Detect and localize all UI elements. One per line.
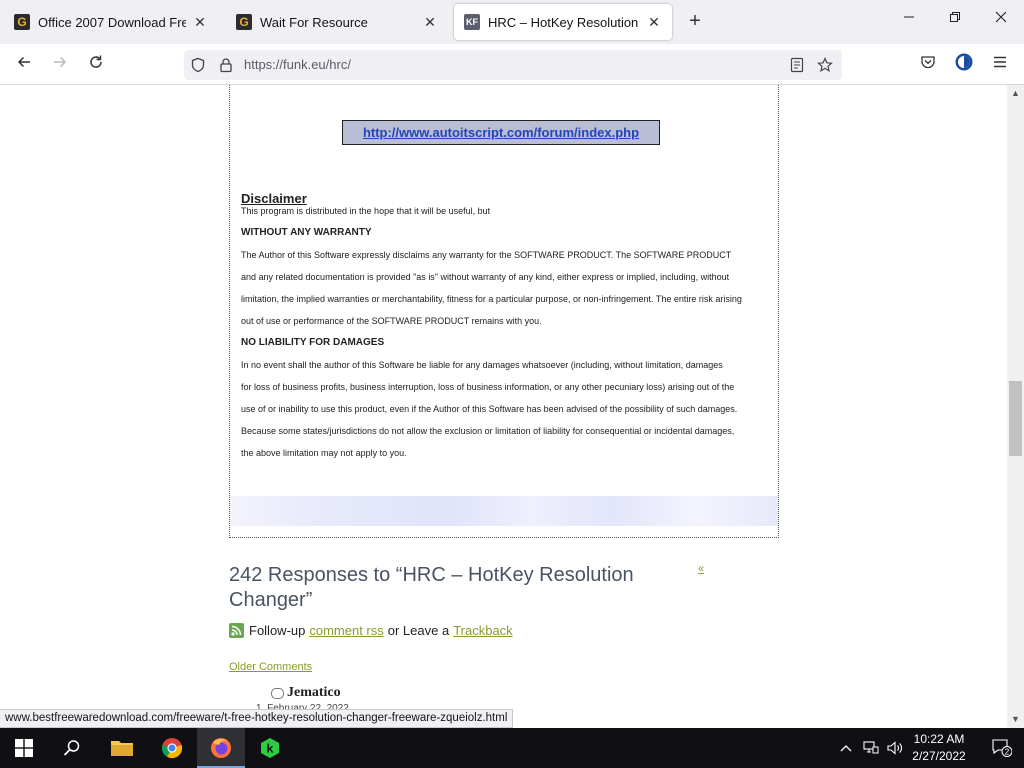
restore-button[interactable] — [932, 10, 978, 34]
minimize-icon — [904, 16, 914, 18]
close-window-button[interactable] — [978, 10, 1024, 34]
rss-icon — [229, 623, 244, 638]
scroll-up-arrow-icon[interactable]: ▲ — [1007, 85, 1024, 102]
comment-bubble-icon — [271, 687, 284, 699]
forward-arrow-icon — [54, 56, 67, 68]
restore-icon — [950, 12, 960, 22]
forward-button[interactable] — [48, 52, 72, 76]
chrome-icon — [161, 738, 183, 759]
action-center-button[interactable]: 2 — [984, 728, 1020, 768]
shield-icon[interactable] — [190, 57, 206, 73]
kite-app-button[interactable]: k — [246, 728, 294, 768]
disclaimer-text: and any related documentation is provide… — [241, 272, 730, 282]
disclaimer-text: In no event shall the author of this Sof… — [241, 360, 723, 370]
tab-title: HRC – HotKey Resolution Changer — [488, 14, 640, 30]
trackback-link[interactable]: Trackback — [453, 623, 512, 638]
chrome-button[interactable] — [148, 728, 196, 768]
tab-title: Wait For Resource — [260, 14, 368, 30]
page-scrollbar[interactable]: ▲ ▼ — [1007, 85, 1024, 728]
scrollbar-thumb[interactable] — [1009, 381, 1022, 456]
notification-count: 2 — [1005, 748, 1010, 757]
page-viewport: http://www.autoitscript.com/forum/index.… — [0, 85, 1007, 728]
reader-view-icon[interactable] — [789, 57, 805, 73]
firefox-button[interactable] — [197, 728, 245, 768]
tab-hrc[interactable]: KF HRC – HotKey Resolution Changer ✕ — [454, 4, 672, 40]
disclaimer-text: for loss of business profits, business i… — [241, 382, 735, 392]
follow-up-label: Follow-up — [249, 623, 306, 638]
tab-wait-for-resource[interactable]: G Wait For Resource ✕ — [226, 4, 448, 40]
liability-heading: NO LIABILITY FOR DAMAGES — [241, 337, 385, 348]
notification-icon: 2 — [992, 739, 1012, 757]
close-tab-icon[interactable]: ✕ — [422, 14, 438, 31]
responses-heading: 242 Responses to “HRC – HotKey Resolutio… — [229, 564, 634, 611]
app-menu-button[interactable] — [988, 52, 1012, 76]
windows-logo-icon — [15, 739, 33, 757]
pocket-button[interactable] — [916, 52, 940, 76]
minimize-button[interactable] — [886, 10, 932, 34]
decorative-gradient-strip — [230, 496, 778, 526]
search-button[interactable] — [48, 728, 96, 768]
reload-icon — [90, 55, 102, 68]
tab-favicon-icon: G — [14, 14, 30, 30]
tab-title: Office 2007 Download Free Professional — [38, 14, 186, 30]
new-tab-button[interactable]: + — [684, 11, 706, 33]
reload-button[interactable] — [84, 52, 108, 76]
link-status-tooltip: www.bestfreewaredownload.com/freeware/t-… — [0, 709, 514, 728]
tab-favicon-icon: G — [236, 14, 252, 30]
disclaimer-text: Because some states/jurisdictions do not… — [241, 426, 735, 436]
close-icon — [995, 11, 1007, 23]
show-hidden-icons-button[interactable] — [836, 728, 856, 768]
close-tab-icon[interactable]: ✕ — [192, 14, 208, 31]
address-bar[interactable]: https://funk.eu/hrc/ — [184, 50, 842, 80]
comment-rss-link[interactable]: comment rss — [309, 623, 383, 638]
hamburger-menu-icon — [994, 56, 1006, 68]
disclaimer-text: The Author of this Software expressly di… — [241, 250, 732, 260]
disclaimer-text: out of use or performance of the SOFTWAR… — [241, 316, 542, 326]
previous-post-link[interactable]: « — [698, 563, 704, 575]
back-button[interactable] — [12, 52, 36, 76]
close-tab-icon[interactable]: ✕ — [646, 14, 662, 31]
disclaimer-text: the above limitation may not apply to yo… — [241, 448, 407, 458]
url-text[interactable]: https://funk.eu/hrc/ — [244, 57, 351, 72]
tab-office-2007[interactable]: G Office 2007 Download Free Professional… — [4, 4, 218, 40]
clock-date: 2/27/2022 — [912, 749, 966, 763]
navigation-bar: https://funk.eu/hrc/ — [0, 44, 1024, 85]
windows-taskbar: k 10:22 AM 2/27/2022 2 — [0, 728, 1024, 768]
disclaimer-text: use of or inability to use this product,… — [241, 404, 738, 414]
disclaimer-text: This program is distributed in the hope … — [241, 206, 491, 216]
or-leave-label: or Leave a — [387, 623, 450, 638]
disclaimer-panel: http://www.autoitscript.com/forum/index.… — [229, 85, 779, 538]
warranty-heading: WITHOUT ANY WARRANTY — [241, 227, 372, 238]
forum-link-box: http://www.autoitscript.com/forum/index.… — [342, 120, 660, 145]
tab-favicon-icon: KF — [464, 14, 480, 30]
disclaimer-heading: Disclaimer — [241, 191, 307, 206]
scroll-down-arrow-icon[interactable]: ▼ — [1007, 711, 1024, 728]
disclaimer-text: limitation, the implied warranties or me… — [241, 294, 742, 304]
k-app-icon: k — [261, 738, 279, 758]
bookmark-star-icon[interactable] — [817, 57, 833, 73]
lock-icon[interactable] — [218, 57, 234, 73]
firefox-icon — [211, 738, 231, 758]
network-icon — [863, 741, 879, 754]
clock-time: 10:22 AM — [913, 732, 965, 746]
svg-text:k: k — [267, 742, 274, 756]
account-button[interactable] — [952, 52, 976, 76]
forum-link[interactable]: http://www.autoitscript.com/forum/index.… — [363, 125, 639, 140]
pocket-icon — [921, 56, 935, 69]
comment-author: Jematico — [271, 685, 341, 701]
start-button[interactable] — [0, 728, 48, 768]
older-comments-link[interactable]: Older Comments — [229, 661, 312, 673]
firefox-account-icon — [955, 53, 973, 71]
file-explorer-button[interactable] — [98, 728, 146, 768]
folder-icon — [111, 741, 133, 756]
back-arrow-icon — [17, 56, 30, 68]
chevron-up-icon — [840, 745, 852, 752]
search-icon — [63, 740, 80, 756]
taskbar-clock[interactable]: 10:22 AM 2/27/2022 — [896, 731, 982, 765]
tab-strip: G Office 2007 Download Free Professional… — [0, 0, 1024, 44]
network-button[interactable] — [860, 728, 882, 768]
follow-up-line: Follow-up comment rss or Leave a Trackba… — [229, 623, 517, 638]
comment-author-name: Jematico — [287, 685, 341, 700]
